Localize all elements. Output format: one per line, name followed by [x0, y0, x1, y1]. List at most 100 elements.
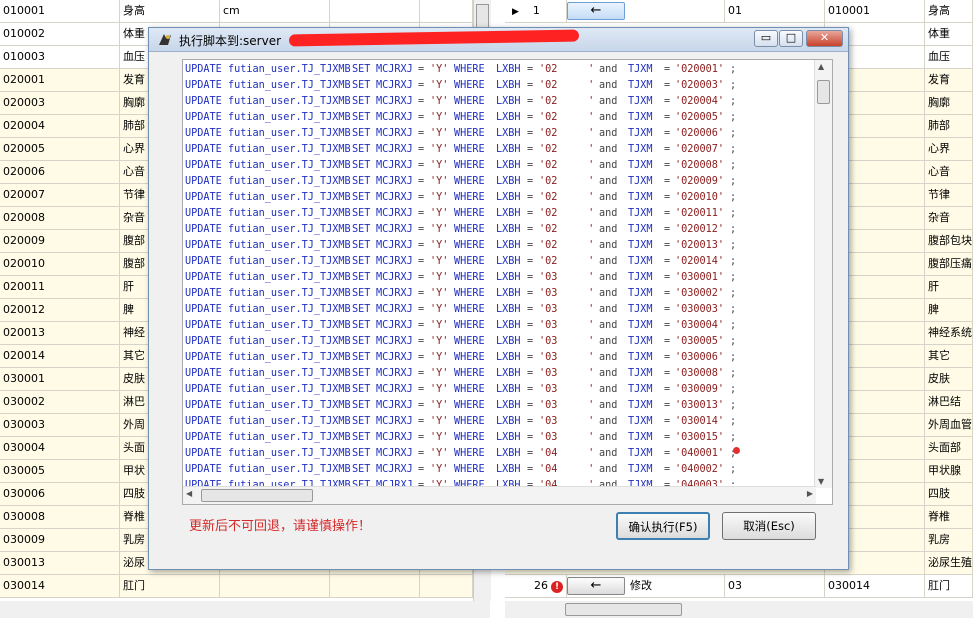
sql-token-eq: = — [664, 336, 671, 347]
sql-token-col2: LXBH — [496, 352, 521, 363]
cell-code: 020009 — [0, 230, 120, 252]
sql-token-eq: = — [527, 80, 534, 91]
sql-token-where: WHERE — [454, 144, 485, 155]
sql-token-eq: = — [664, 304, 671, 315]
sql-token-tj: '020004' — [675, 96, 725, 107]
sql-token-col1: MCJRXJ — [376, 256, 413, 267]
table-row[interactable]: 030014 肛门 — [0, 575, 473, 598]
cell-name: 脾 — [925, 299, 973, 321]
table-row[interactable]: ▶ 1 ← 01 010001 身高 — [505, 0, 973, 23]
sql-token-eq: = — [664, 400, 671, 411]
sql-token-eq: = — [664, 464, 671, 475]
sql-token-update: UPDATE — [185, 192, 222, 203]
sql-token-val1: 'Y' — [430, 128, 449, 139]
minimize-button[interactable]: ▭ — [754, 30, 778, 47]
scroll-right-arrow-icon[interactable]: ▶ — [807, 489, 813, 498]
cell-code: 020012 — [0, 299, 120, 321]
sql-token-eq: = — [664, 416, 671, 427]
sql-token-lx: '02 ' — [539, 240, 595, 251]
table-row[interactable]: 26! ← 修改 03 030014 肛门 — [505, 575, 973, 598]
sql-token-eq: = — [527, 64, 534, 75]
editor-horizontal-scrollbar[interactable]: ◀ ▶ — [183, 486, 816, 504]
sql-token-col2: LXBH — [496, 400, 521, 411]
cell-code: 030014 — [825, 575, 925, 597]
sql-token-eq: = — [418, 384, 425, 395]
scroll-up-arrow-icon[interactable]: ▲ — [818, 62, 824, 71]
sql-token-update: UPDATE — [185, 80, 222, 91]
sql-token-update: UPDATE — [185, 448, 222, 459]
table-row[interactable]: 010001 身高 cm — [0, 0, 473, 23]
sql-token-val1: 'Y' — [430, 96, 449, 107]
arrow-left-button[interactable]: ← — [567, 577, 625, 595]
editor-vertical-scrollbar[interactable]: ▲ ▼ — [814, 60, 832, 488]
scroll-left-arrow-icon[interactable]: ◀ — [186, 489, 192, 498]
sql-token-and: and — [599, 128, 618, 139]
right-grid-horizontal-scrollbar[interactable] — [505, 601, 973, 618]
sql-token-eq: = — [418, 96, 425, 107]
sql-token-semi: ; — [730, 208, 737, 219]
row-indicator-cell: ▶ 1 — [505, 0, 567, 22]
sql-line: UPDATE futian_user.TJ_TJXMB SET MCJRXJ = 'Y' W… — [183, 318, 813, 334]
sql-token-eq: = — [418, 64, 425, 75]
cell-name: 四肢 — [925, 483, 973, 505]
editor-hscroll-thumb[interactable] — [201, 489, 313, 502]
sql-token-val1: 'Y' — [430, 144, 449, 155]
sql-token-col3: TJXM — [628, 112, 653, 123]
cell-name: 血压 — [925, 46, 973, 68]
cell-unit — [220, 575, 330, 597]
sql-token-tj: '020010' — [675, 192, 725, 203]
cell-name: 外周血管 — [925, 414, 973, 436]
cell-name: 其它 — [925, 345, 973, 367]
editor-vscroll-thumb[interactable] — [817, 80, 830, 104]
left-grid-scroll-thumb[interactable] — [476, 4, 489, 28]
close-button[interactable]: ✕ — [806, 30, 843, 47]
sql-token-set: SET — [352, 384, 371, 395]
sql-token-col3: TJXM — [628, 288, 653, 299]
sql-token-lx: '02 ' — [539, 80, 595, 91]
sql-token-where: WHERE — [454, 320, 485, 331]
cell-name: 胸廓 — [925, 92, 973, 114]
sql-token-eq: = — [527, 192, 534, 203]
cell-unit: cm — [220, 0, 330, 22]
sql-token-where: WHERE — [454, 160, 485, 171]
sql-token-eq: = — [527, 448, 534, 459]
sql-token-col3: TJXM — [628, 368, 653, 379]
sql-token-tj: '020011' — [675, 208, 725, 219]
sql-token-col3: TJXM — [628, 192, 653, 203]
confirm-execute-button[interactable]: 确认执行(F5) — [616, 512, 710, 540]
sql-token-lx: '03 ' — [539, 288, 595, 299]
sql-token-eq: = — [527, 288, 534, 299]
sql-line: UPDATE futian_user.TJ_TJXMB SET MCJRXJ = 'Y' W… — [183, 398, 813, 414]
left-grid-horizontal-scrollbar[interactable] — [0, 601, 490, 618]
sql-token-eq: = — [418, 368, 425, 379]
right-grid-scroll-thumb[interactable] — [565, 603, 682, 616]
sql-line: UPDATE futian_user.TJ_TJXMB SET MCJRXJ = 'Y' W… — [183, 126, 813, 142]
arrow-left-button[interactable]: ← — [567, 2, 625, 20]
sql-token-col2: LXBH — [496, 288, 521, 299]
sql-line: UPDATE futian_user.TJ_TJXMB SET MCJRXJ = 'Y' W… — [183, 158, 813, 174]
sql-token-where: WHERE — [454, 400, 485, 411]
row-index: 26 — [534, 579, 548, 592]
sql-token-update: UPDATE — [185, 272, 222, 283]
sql-token-val1: 'Y' — [430, 160, 449, 171]
sql-token-update: UPDATE — [185, 224, 222, 235]
sql-script-editor[interactable]: UPDATE futian_user.TJ_TJXMB SET MCJRXJ = 'Y' W… — [182, 59, 833, 505]
sql-token-table: futian_user.TJ_TJXMB — [228, 96, 351, 107]
sql-token-semi: ; — [730, 288, 737, 299]
sql-token-and: and — [599, 352, 618, 363]
sql-token-val1: 'Y' — [430, 224, 449, 235]
sql-token-col3: TJXM — [628, 432, 653, 443]
maximize-button[interactable]: □ — [779, 30, 803, 47]
sql-token-semi: ; — [730, 176, 737, 187]
sql-token-set: SET — [352, 256, 371, 267]
sql-token-set: SET — [352, 368, 371, 379]
scroll-down-arrow-icon[interactable]: ▼ — [818, 477, 824, 486]
cell-name: 节律 — [925, 184, 973, 206]
cell-code: 020007 — [0, 184, 120, 206]
dialog-titlebar[interactable]: 执行脚本到:server ▭ □ ✕ — [149, 28, 848, 52]
sql-token-and: and — [599, 112, 618, 123]
cancel-button[interactable]: 取消(Esc) — [722, 512, 816, 540]
sql-token-table: futian_user.TJ_TJXMB — [228, 352, 351, 363]
sql-token-val1: 'Y' — [430, 192, 449, 203]
sql-token-col2: LXBH — [496, 128, 521, 139]
